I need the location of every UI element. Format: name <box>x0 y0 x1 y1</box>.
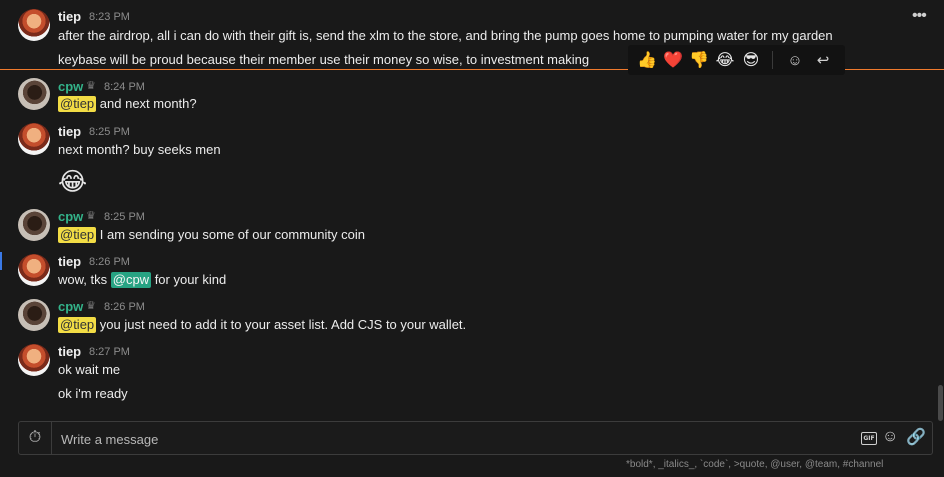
timestamp: 8:25 PM <box>89 126 130 138</box>
crown-icon: ♛ <box>86 80 96 92</box>
reaction-toolbar: 👍 ❤️ 👎 😂 😎 ☺ ↩ <box>628 45 845 75</box>
message-text: keybase will be proud because their memb… <box>58 52 590 67</box>
joy-emoji: 😂 <box>58 168 88 196</box>
message-text: wow, tks @cpw for your kind <box>58 272 227 288</box>
message-text: next month? buy seeks men <box>58 142 221 157</box>
author-name[interactable]: tiep <box>58 9 81 24</box>
sunglasses-emoji[interactable]: 😎 <box>738 50 764 70</box>
gif-icon[interactable]: GIF <box>861 432 877 445</box>
message-text: @tiep you just need to add it to your as… <box>58 317 467 333</box>
toolbar-divider <box>772 51 773 69</box>
timestamp: 8:23 PM <box>89 11 130 23</box>
message-text: after the airdrop, all i can do with the… <box>58 28 833 43</box>
formatting-hint: *bold*, _italics_, `code`, >quote, @user… <box>626 459 884 470</box>
avatar[interactable] <box>18 209 50 241</box>
timestamp: 8:26 PM <box>104 301 145 313</box>
active-row-marker <box>0 252 2 270</box>
mention-cpw[interactable]: @cpw <box>110 272 152 288</box>
avatar[interactable] <box>18 299 50 331</box>
author-name[interactable]: tiep <box>58 254 81 269</box>
message-input[interactable] <box>59 428 843 450</box>
timestamp: 8:26 PM <box>89 256 130 268</box>
add-reaction-icon[interactable]: ☺ <box>781 52 809 69</box>
author-name[interactable]: cpw <box>58 209 83 224</box>
crown-icon: ♛ <box>86 210 96 222</box>
joy-emoji[interactable]: 😂 <box>712 50 738 70</box>
author-name[interactable]: cpw <box>58 299 83 314</box>
author-name[interactable]: cpw <box>58 79 83 94</box>
message-text: @tiep I am sending you some of our commu… <box>58 227 365 243</box>
avatar[interactable] <box>18 254 50 286</box>
thumbs-down-emoji[interactable]: 👎 <box>686 50 712 70</box>
timestamp: 8:27 PM <box>89 346 130 358</box>
message-composer: ⏱ GIF ☺ 🔗 <box>18 421 933 455</box>
timestamp: 8:24 PM <box>104 81 145 93</box>
message-text: ok wait me <box>58 362 121 377</box>
thumbs-up-emoji[interactable]: 👍 <box>634 50 660 70</box>
message-text: @tiep and next month? <box>58 96 197 112</box>
author-name[interactable]: tiep <box>58 124 81 139</box>
more-options-icon[interactable]: ••• <box>912 7 927 25</box>
avatar[interactable] <box>18 123 50 155</box>
avatar[interactable] <box>18 78 50 110</box>
timestamp: 8:25 PM <box>104 211 145 223</box>
message-text: ok i'm ready <box>58 386 128 401</box>
mention-tiep[interactable]: @tiep <box>58 317 97 333</box>
emoji-picker-icon[interactable]: ☺ <box>882 428 898 446</box>
avatar[interactable] <box>18 344 50 376</box>
reply-icon[interactable]: ↩ <box>809 51 837 69</box>
avatar[interactable] <box>18 9 50 41</box>
mention-tiep[interactable]: @tiep <box>58 96 97 112</box>
heart-emoji[interactable]: ❤️ <box>660 50 686 70</box>
attachment-icon[interactable]: 🔗 <box>906 427 926 447</box>
mention-tiep[interactable]: @tiep <box>58 227 97 243</box>
scrollbar-thumb[interactable] <box>938 385 943 421</box>
crown-icon: ♛ <box>86 300 96 312</box>
author-name[interactable]: tiep <box>58 344 81 359</box>
exploding-message-icon[interactable]: ⏱ <box>19 422 52 454</box>
